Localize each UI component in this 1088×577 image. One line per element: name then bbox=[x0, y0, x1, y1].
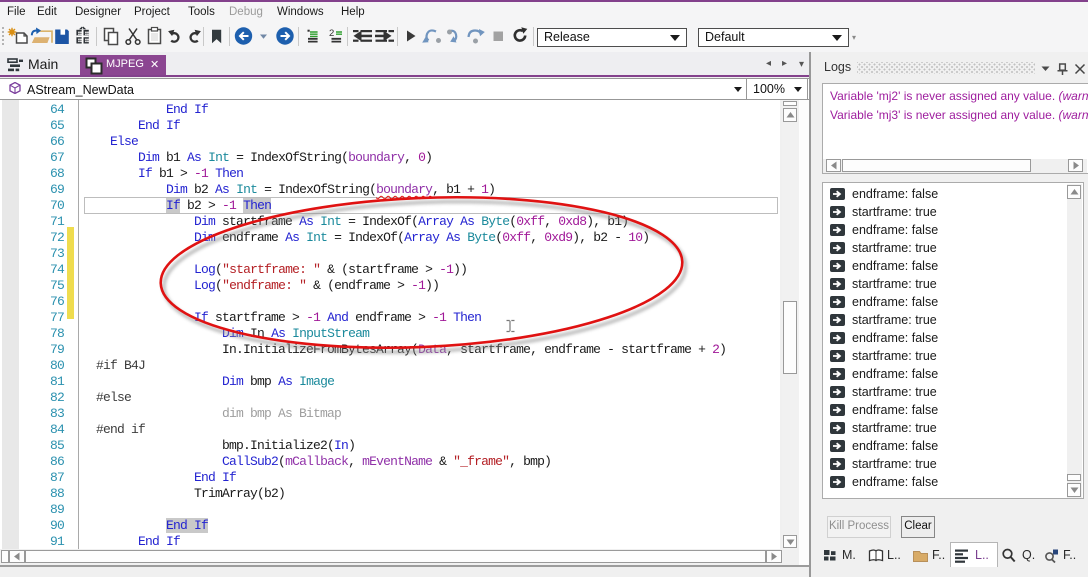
svg-text:2: 2 bbox=[329, 28, 334, 39]
